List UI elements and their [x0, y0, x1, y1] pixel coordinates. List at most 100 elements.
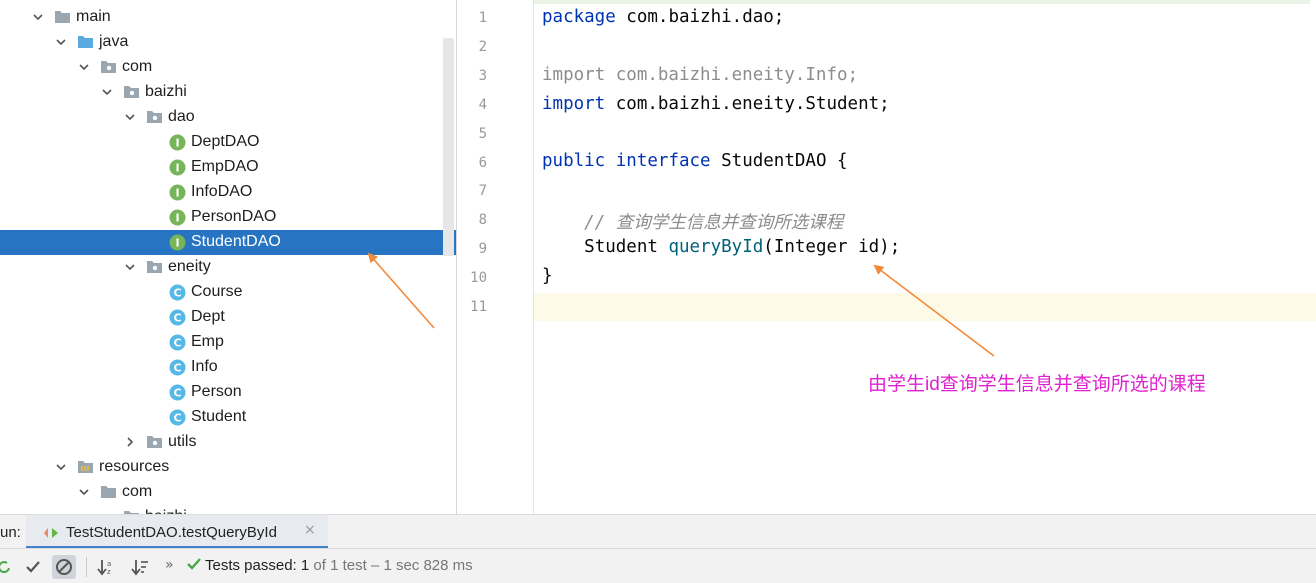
- show-passed-icon[interactable]: [21, 555, 45, 579]
- tree-item-label: java: [99, 33, 129, 50]
- tree-item-persondao[interactable]: I PersonDAO: [0, 205, 456, 230]
- tree-item-label: InfoDAO: [191, 183, 253, 200]
- tree-item-resources[interactable]: resources: [0, 455, 456, 480]
- tree-item-baizhi[interactable]: baizhi: [0, 505, 456, 514]
- run-tab-bar: un: TestStudentDAO.testQueryById ×: [0, 514, 1316, 549]
- tests-passed-label: Tests passed:: [205, 557, 297, 574]
- method-name: queryById: [668, 237, 764, 257]
- svg-text:I: I: [175, 212, 179, 225]
- tree-item-emp[interactable]: C Emp: [0, 330, 456, 355]
- tree-item-infodao[interactable]: I InfoDAO: [0, 180, 456, 205]
- svg-text:C: C: [173, 387, 181, 400]
- tree-item-com[interactable]: com: [0, 55, 456, 80]
- interface-icon: I: [169, 184, 186, 201]
- code-text: com.baizhi.eneity.Info;: [605, 65, 859, 85]
- tree-item-label: DeptDAO: [191, 133, 260, 150]
- tree-item-deptdao[interactable]: I DeptDAO: [0, 130, 456, 155]
- tree-item-dept[interactable]: C Dept: [0, 305, 456, 330]
- package-folder-icon: [146, 259, 163, 276]
- tree-item-main[interactable]: main: [0, 5, 456, 30]
- tree-item-utils[interactable]: utils: [0, 430, 456, 455]
- rerun-icon[interactable]: [0, 555, 16, 579]
- chevron-down-icon[interactable]: [125, 112, 135, 122]
- line-number: 5: [478, 125, 487, 142]
- chevron-down-icon[interactable]: [79, 62, 89, 72]
- sort-alphabetically-icon[interactable]: az: [94, 555, 118, 579]
- tree-item-studentdao[interactable]: I StudentDAO: [0, 230, 456, 255]
- chevron-right-icon[interactable]: [125, 437, 135, 447]
- svg-text:I: I: [175, 187, 179, 200]
- tree-scrollbar[interactable]: [443, 38, 454, 256]
- tree-item-label: com: [122, 58, 153, 75]
- show-ignored-icon[interactable]: [52, 555, 76, 579]
- run-tab[interactable]: TestStudentDAO.testQueryById ×: [26, 515, 328, 549]
- class-icon: C: [169, 359, 186, 376]
- tree-item-label: baizhi: [145, 83, 187, 100]
- keyword: interface: [615, 151, 711, 171]
- code-comment: // 查询学生信息并查询所选课程: [584, 213, 844, 233]
- tree-item-student[interactable]: C Student: [0, 405, 456, 430]
- tree-item-empdao[interactable]: I EmpDAO: [0, 155, 456, 180]
- svg-text:C: C: [173, 312, 181, 325]
- tree-item-info[interactable]: C Info: [0, 355, 456, 380]
- tree-item-course[interactable]: C Course: [0, 280, 456, 305]
- tree-item-label: Dept: [191, 308, 225, 325]
- toolbar-separator: [86, 557, 87, 577]
- tree-item-person[interactable]: C Person: [0, 380, 456, 405]
- tree-item-java[interactable]: java: [0, 30, 456, 55]
- folder-icon: [100, 484, 117, 501]
- keyword: import: [542, 94, 606, 114]
- line-number: 4: [478, 96, 487, 113]
- class-icon: C: [169, 384, 186, 401]
- interface-icon: I: [169, 134, 186, 151]
- code-text: com.baizhi.dao;: [615, 7, 785, 27]
- tree-item-label: Person: [191, 383, 242, 400]
- tree-item-label: eneity: [168, 258, 211, 275]
- chevron-down-icon[interactable]: [56, 462, 66, 472]
- chevron-down-icon[interactable]: [125, 262, 135, 272]
- pass-check-icon: [187, 558, 201, 570]
- annotation-text: 由学生id查询学生信息并查询所选的课程: [868, 374, 1206, 395]
- svg-text:I: I: [175, 162, 179, 175]
- svg-text:I: I: [175, 237, 179, 250]
- close-icon[interactable]: ×: [304, 522, 316, 538]
- package-folder-icon: [123, 84, 140, 101]
- run-tab-title: TestStudentDAO.testQueryById: [66, 524, 277, 541]
- tree-item-label: Student: [191, 408, 247, 425]
- tree-item-label: Info: [191, 358, 218, 375]
- chevron-down-icon[interactable]: [33, 12, 43, 22]
- keyword: import: [542, 65, 606, 85]
- line-number: 7: [478, 183, 487, 200]
- tree-item-com[interactable]: com: [0, 480, 456, 505]
- class-icon: C: [169, 309, 186, 326]
- test-result-summary: Tests passed: 1 of 1 test – 1 sec 828 ms: [187, 557, 473, 574]
- code-text: }: [542, 266, 553, 286]
- code-text: Student: [584, 237, 669, 257]
- keyword: public: [542, 151, 606, 171]
- svg-text:C: C: [173, 287, 181, 300]
- interface-icon: I: [169, 159, 186, 176]
- class-icon: C: [169, 409, 186, 426]
- line-number: 10: [470, 270, 487, 287]
- folder-icon: [54, 9, 71, 26]
- test-config-icon: [44, 525, 58, 544]
- resources-folder-icon: [77, 459, 94, 476]
- line-number: 1: [478, 10, 487, 26]
- editor-gutter: 1 2 3 4 5 6 7 8 9 10 11: [457, 0, 534, 514]
- code-line-4: import com.baizhi.eneity.Student;: [542, 94, 890, 114]
- tests-passed-count: 1: [300, 557, 310, 574]
- package-folder-icon: [146, 434, 163, 451]
- chevron-down-icon[interactable]: [79, 487, 89, 497]
- chevron-down-icon[interactable]: [102, 87, 112, 97]
- line-number: 11: [470, 299, 487, 315]
- code-editor[interactable]: package com.baizhi.dao; import com.baizh…: [534, 0, 1316, 514]
- tree-item-eneity[interactable]: eneity: [0, 255, 456, 280]
- tree-item-baizhi[interactable]: baizhi: [0, 80, 456, 105]
- sort-by-duration-icon[interactable]: [128, 555, 152, 579]
- keyword: package: [542, 7, 616, 27]
- chevron-down-icon[interactable]: [56, 37, 66, 47]
- tree-item-label: EmpDAO: [191, 158, 259, 175]
- tree-item-dao[interactable]: dao: [0, 105, 456, 130]
- more-actions-icon[interactable]: »: [165, 557, 174, 573]
- class-icon: C: [169, 284, 186, 301]
